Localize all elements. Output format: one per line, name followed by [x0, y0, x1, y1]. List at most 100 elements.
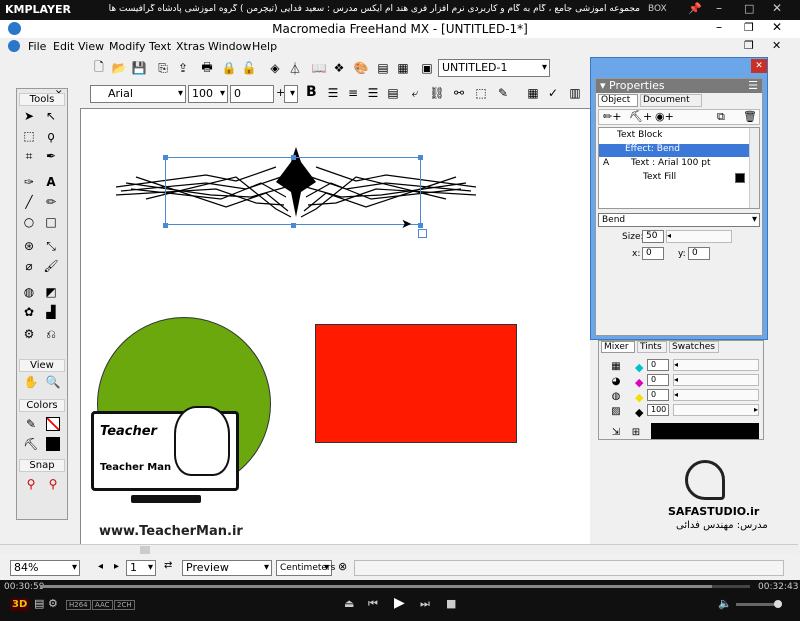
page-number-select[interactable]: 1 [126, 560, 156, 576]
y-field[interactable]: 0 [688, 247, 710, 260]
font-family-select[interactable]: Arial [90, 85, 186, 103]
prev-page-icon[interactable]: ◂ [98, 561, 103, 572]
seek-bar[interactable] [40, 585, 750, 588]
columns-icon[interactable]: ▥ [566, 84, 584, 102]
align-left-icon[interactable]: ☰ [324, 84, 342, 102]
group-icon[interactable]: ◈ [266, 59, 284, 77]
menu-view[interactable]: View [78, 40, 104, 53]
fill-color-icon[interactable]: ⛏ [22, 435, 40, 453]
preview-mode-select[interactable]: Preview [182, 560, 272, 576]
symbols-icon[interactable]: ❖ [330, 59, 348, 77]
pen-tool-icon[interactable]: ✑ [20, 173, 38, 191]
tab-mixer[interactable]: Mixer [601, 341, 635, 353]
brush-tool-icon[interactable]: 🖌 [42, 257, 60, 275]
player-close-icon[interactable]: ✕ [772, 1, 782, 15]
add-to-swatches-icon[interactable]: ⇲ [607, 423, 625, 441]
justify-icon[interactable]: ▤ [384, 84, 402, 102]
page-flip-icon[interactable]: ⇄ [164, 560, 172, 571]
tree-scrollbar[interactable] [749, 128, 759, 208]
swatches-icon[interactable]: ▦ [394, 59, 412, 77]
canvas-area[interactable]: ➤ Teacher Teacher Man www.TeacherMan.ir [80, 108, 590, 544]
font-size-select[interactable]: 100 [188, 85, 228, 103]
play-icon[interactable]: ▶ [394, 595, 405, 611]
menu-text[interactable]: Text [149, 40, 171, 53]
text-flow-icon[interactable]: ⤶ [406, 84, 424, 102]
add-fill-icon[interactable]: ⛏+ [629, 110, 652, 123]
eject-icon[interactable]: ⏏ [344, 597, 354, 610]
tree-item-effect-bend[interactable]: Effect: Bend [599, 144, 749, 157]
shadow-tool-icon[interactable]: ◩ [42, 283, 60, 301]
chart-tool-icon[interactable]: ▟ [42, 303, 60, 321]
align-icon[interactable]: ⏃ [286, 59, 304, 77]
stroke-swatch[interactable] [46, 417, 60, 431]
trace-tool-icon[interactable]: ⎌ [42, 325, 60, 343]
selection-handle[interactable] [291, 223, 296, 228]
app-close-icon[interactable]: ✕ [772, 20, 782, 34]
yellow-field[interactable]: 0 [647, 389, 669, 401]
yellow-slider[interactable]: ◂ [673, 389, 759, 401]
horizontal-scrollbar[interactable] [0, 544, 798, 554]
connector-tool-icon[interactable]: ⚙ [20, 325, 38, 343]
player-maximize-icon[interactable]: □ [744, 2, 754, 15]
tree-item-text-block[interactable]: Text Block [599, 130, 749, 143]
tree-item-text-fill[interactable]: Text Fill [599, 172, 749, 185]
tab-object[interactable]: Object [598, 94, 638, 107]
add-stroke-icon[interactable]: ✏+ [603, 110, 621, 123]
tab-swatches[interactable]: Swatches [669, 341, 719, 353]
duplicate-attribute-icon[interactable]: ⧉ [717, 110, 725, 124]
cyan-field[interactable]: 0 [647, 359, 669, 371]
pin-icon[interactable]: 📌 [688, 2, 702, 15]
menu-modify[interactable]: Modify [109, 40, 145, 53]
doc-minimize-icon[interactable]: ❐ [744, 39, 754, 52]
units-select[interactable]: Centimeters [276, 560, 335, 576]
ellipse-tool-icon[interactable]: ○ [20, 213, 38, 231]
cyan-slider[interactable]: ◂ [673, 359, 759, 371]
selection-bounding-box[interactable] [165, 157, 421, 225]
selection-handle[interactable] [291, 155, 296, 160]
lasso-tool-icon[interactable]: ϙ [42, 127, 60, 145]
snap-point-icon[interactable]: ⚲ [22, 475, 40, 493]
pointer-tool-icon[interactable]: ➤ [20, 107, 38, 125]
properties-close-button[interactable]: ✕ [751, 59, 767, 73]
next-page-icon[interactable]: ▸ [114, 561, 119, 572]
text-editor-icon[interactable]: ▦ [524, 84, 542, 102]
text-tool-icon[interactable]: A [42, 173, 60, 191]
app-minimize-icon[interactable]: – [716, 20, 722, 34]
system-color-icon[interactable]: ▨ [607, 402, 625, 420]
open-icon[interactable]: 📂 [110, 59, 128, 77]
volume-icon[interactable]: 🔈 [718, 597, 732, 610]
blend-tool-icon[interactable]: ◍ [20, 283, 38, 301]
tab-tints[interactable]: Tints [637, 341, 667, 353]
rectangle-tool-icon[interactable]: □ [42, 213, 60, 231]
unlock-icon[interactable]: 🔓 [240, 59, 258, 77]
new-document-icon[interactable]: 🗋 [90, 59, 108, 77]
volume-slider[interactable] [736, 600, 782, 608]
color-mixer-icon[interactable]: 🎨 [352, 59, 370, 77]
lock-icon[interactable]: 🔒 [220, 59, 238, 77]
eyedropper-tool-icon[interactable]: ✒ [42, 147, 60, 165]
stop-icon[interactable]: ■ [446, 597, 456, 610]
page-select[interactable]: UNTITLED-1 [438, 59, 550, 77]
save-icon[interactable]: 💾 [130, 59, 148, 77]
menu-window[interactable]: Window [208, 40, 251, 53]
graphic-hose-icon[interactable]: ✿ [20, 303, 38, 321]
subselect-tool-icon[interactable]: ↖ [42, 107, 60, 125]
page-tool-icon[interactable]: ⬚ [20, 127, 38, 145]
bold-button[interactable]: B [306, 84, 317, 100]
color-preview-swatch[interactable] [651, 423, 759, 439]
knife-tool-icon[interactable]: ⌀ [20, 257, 38, 275]
menu-edit[interactable]: Edit [53, 40, 74, 53]
text-wrap-icon[interactable]: ⬚ [472, 84, 490, 102]
leading-field[interactable]: 0 [230, 85, 274, 103]
line-tool-icon[interactable]: ╱ [20, 193, 38, 211]
bend-control-handle[interactable] [418, 229, 427, 238]
box-label[interactable]: BOX [648, 4, 667, 14]
tab-document[interactable]: Document [640, 94, 702, 107]
freeform-tool-icon[interactable]: ⊛ [20, 237, 38, 255]
spell-check-icon[interactable]: ✓ [544, 84, 562, 102]
align-right-icon[interactable]: ☰ [364, 84, 382, 102]
print-icon[interactable]: 🖶 [198, 59, 216, 77]
selection-handle[interactable] [418, 155, 423, 160]
pencil-tool-icon[interactable]: ✏ [42, 193, 60, 211]
align-center-icon[interactable]: ≡ [344, 84, 362, 102]
